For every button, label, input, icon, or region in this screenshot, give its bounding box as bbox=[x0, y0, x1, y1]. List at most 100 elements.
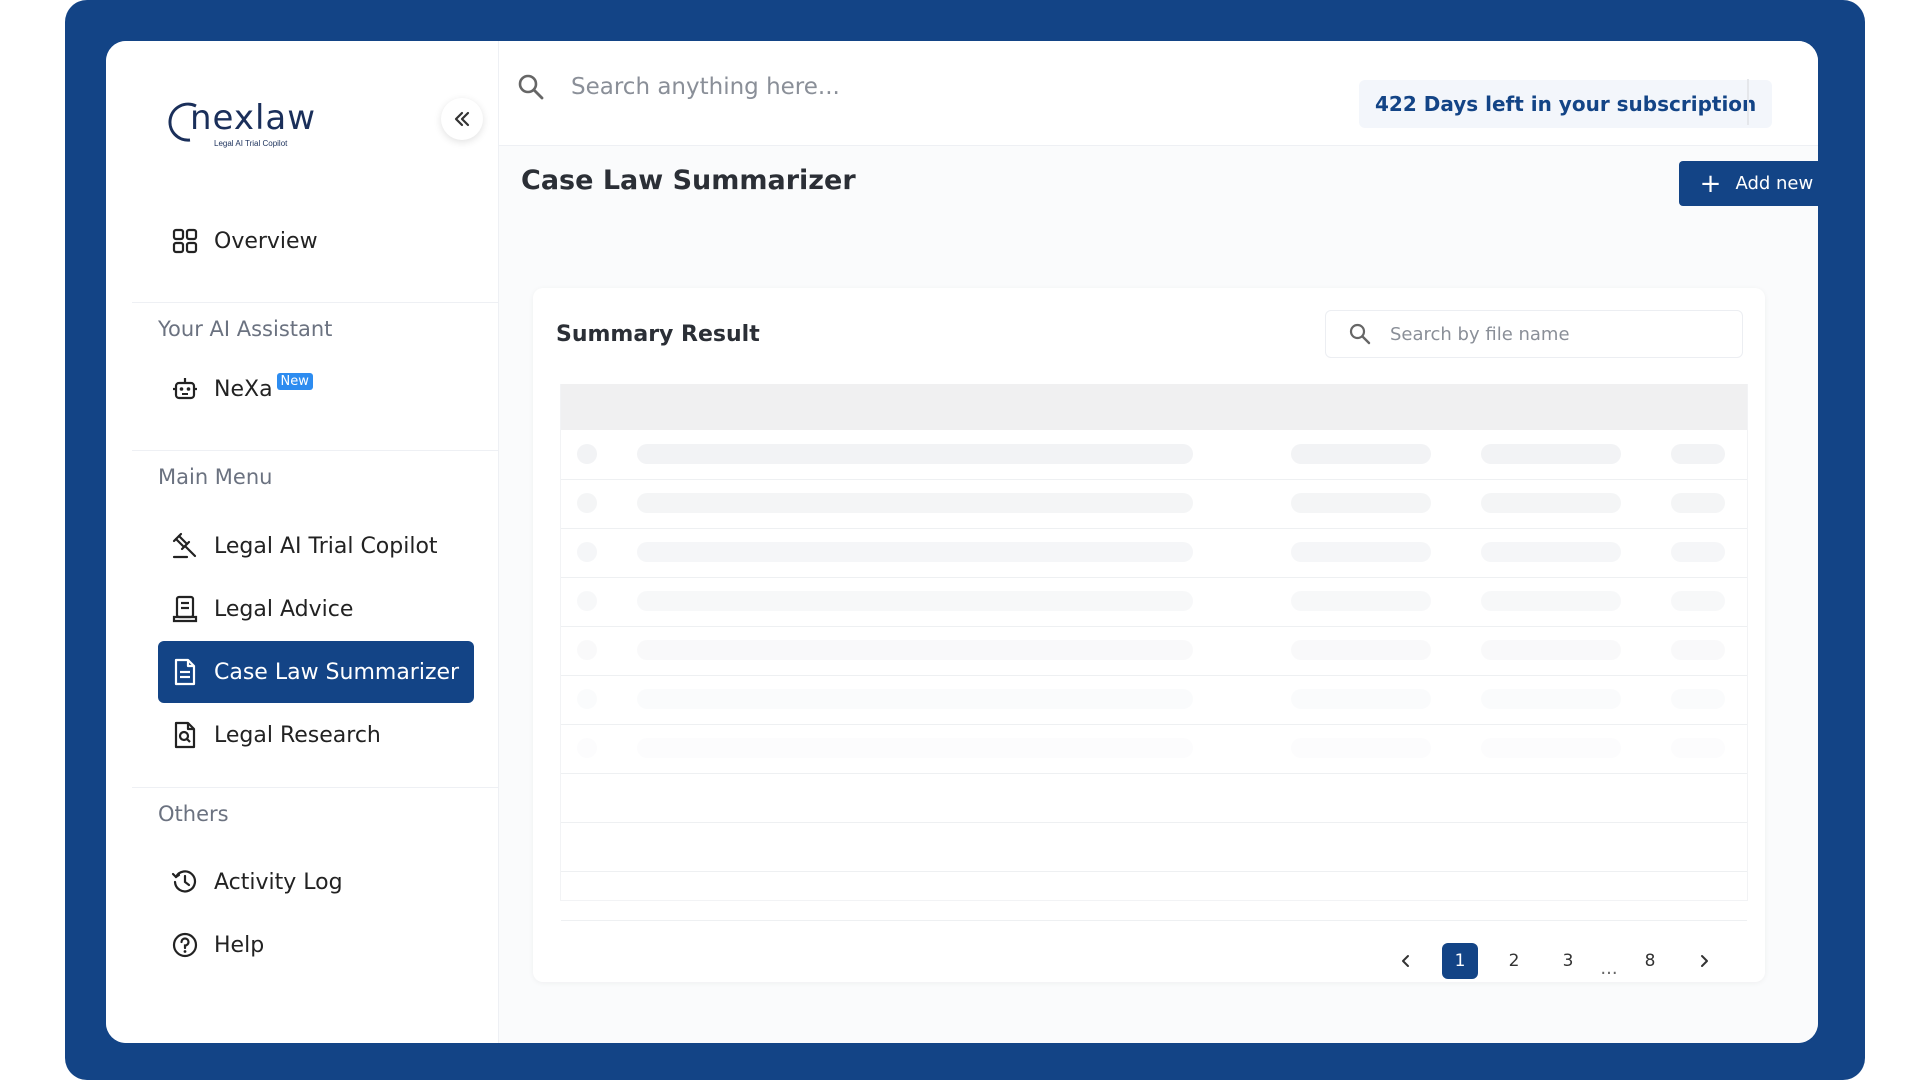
sidebar-item-label: Case Law Summarizer bbox=[214, 659, 460, 685]
loading-skeleton bbox=[1671, 689, 1725, 709]
sidebar-item-label: Activity Log bbox=[214, 869, 343, 895]
sidebar-item-help[interactable]: Help bbox=[158, 914, 474, 976]
loading-skeleton bbox=[577, 689, 597, 709]
sidebar-item-label: NeXa bbox=[214, 376, 273, 402]
scroll-icon bbox=[170, 594, 200, 624]
loading-skeleton bbox=[1481, 738, 1621, 758]
file-search-input[interactable]: Search by file name bbox=[1390, 324, 1570, 345]
table-row bbox=[561, 822, 1747, 872]
loading-skeleton bbox=[637, 640, 1193, 660]
pagination-ellipsis: ... bbox=[1600, 958, 1618, 979]
page-button-2[interactable]: 2 bbox=[1496, 943, 1532, 979]
section-label-main-menu: Main Menu bbox=[158, 465, 273, 489]
sidebar-item-legal-advice[interactable]: Legal Advice bbox=[158, 578, 474, 640]
table-header bbox=[561, 384, 1747, 430]
loading-skeleton bbox=[637, 591, 1193, 611]
page-button-8[interactable]: 8 bbox=[1632, 943, 1668, 979]
prev-page-button[interactable] bbox=[1388, 943, 1424, 979]
global-search[interactable]: Search anything here... bbox=[517, 73, 840, 101]
loading-skeleton bbox=[577, 444, 597, 464]
loading-skeleton bbox=[1291, 542, 1431, 562]
search-input[interactable]: Search anything here... bbox=[571, 74, 840, 100]
sidebar-item-overview[interactable]: Overview bbox=[158, 210, 474, 272]
loading-skeleton bbox=[637, 689, 1193, 709]
page-button-1[interactable]: 1 bbox=[1442, 943, 1478, 979]
app-window: nexlaw Legal AI Trial Copilot Overview Y… bbox=[106, 41, 1818, 1043]
chevron-left-icon bbox=[1402, 955, 1409, 967]
next-page-button[interactable] bbox=[1686, 943, 1722, 979]
card-title: Summary Result bbox=[556, 322, 760, 347]
sidebar-item-label: Help bbox=[214, 932, 265, 958]
table-row bbox=[561, 577, 1747, 627]
loading-skeleton bbox=[1481, 640, 1621, 660]
table-row bbox=[561, 479, 1747, 529]
logo-tagline: Legal AI Trial Copilot bbox=[214, 139, 288, 148]
summary-table bbox=[560, 384, 1748, 921]
logo: nexlaw Legal AI Trial Copilot bbox=[168, 96, 318, 156]
sidebar-item-activity-log[interactable]: Activity Log bbox=[158, 851, 474, 913]
collapse-sidebar-button[interactable] bbox=[441, 98, 483, 140]
history-icon bbox=[170, 867, 200, 897]
double-chevron-left-icon bbox=[454, 111, 470, 127]
loading-skeleton bbox=[1671, 493, 1725, 513]
loading-skeleton bbox=[577, 591, 597, 611]
table-row bbox=[561, 724, 1747, 774]
loading-skeleton bbox=[1481, 542, 1621, 562]
plus-icon: + bbox=[1699, 168, 1722, 199]
summary-result-card: Summary Result Search by file name 1 2 3… bbox=[533, 288, 1765, 982]
table-row bbox=[561, 528, 1747, 578]
table-row bbox=[561, 871, 1747, 921]
add-new-case-label: Add new case bbox=[1735, 173, 1818, 194]
sidebar: nexlaw Legal AI Trial Copilot Overview Y… bbox=[106, 41, 499, 1043]
loading-skeleton bbox=[1481, 444, 1621, 464]
loading-skeleton bbox=[1291, 591, 1431, 611]
sidebar-divider bbox=[132, 302, 498, 303]
file-search-icon bbox=[170, 720, 200, 750]
search-icon bbox=[1349, 323, 1371, 345]
sidebar-item-legal-research[interactable]: Legal Research bbox=[158, 704, 474, 766]
new-badge: New bbox=[276, 372, 313, 390]
document-icon bbox=[170, 657, 200, 687]
sidebar-item-legal-ai-trial-copilot[interactable]: Legal AI Trial Copilot bbox=[158, 515, 474, 577]
sidebar-item-label: Legal Research bbox=[214, 722, 381, 748]
loading-skeleton bbox=[577, 542, 597, 562]
loading-skeleton bbox=[577, 640, 597, 660]
loading-skeleton bbox=[637, 493, 1193, 513]
page-button-3[interactable]: 3 bbox=[1550, 943, 1586, 979]
logo-wordmark: nexlaw bbox=[190, 98, 317, 138]
loading-skeleton bbox=[1671, 738, 1725, 758]
sidebar-item-case-law-summarizer[interactable]: Case Law Summarizer bbox=[158, 641, 474, 703]
sidebar-divider bbox=[132, 787, 498, 788]
loading-skeleton bbox=[1291, 689, 1431, 709]
loading-skeleton bbox=[577, 738, 597, 758]
loading-skeleton bbox=[1291, 493, 1431, 513]
chevron-right-icon bbox=[1701, 955, 1708, 967]
add-new-case-button[interactable]: + Add new case bbox=[1679, 161, 1818, 206]
search-icon bbox=[518, 74, 544, 100]
loading-skeleton bbox=[1671, 444, 1725, 464]
table-row bbox=[561, 430, 1747, 480]
robot-icon bbox=[170, 374, 200, 404]
grid-icon bbox=[170, 226, 200, 256]
section-label-others: Others bbox=[158, 802, 229, 826]
table-row bbox=[561, 675, 1747, 725]
main-content: Search anything here... 422 Days left in… bbox=[499, 41, 1818, 1043]
sidebar-divider bbox=[132, 450, 498, 451]
loading-skeleton bbox=[637, 542, 1193, 562]
loading-skeleton bbox=[1291, 640, 1431, 660]
loading-skeleton bbox=[637, 738, 1193, 758]
pagination: 1 2 3 ... 8 bbox=[1379, 943, 1731, 979]
loading-skeleton bbox=[1481, 493, 1621, 513]
table-row bbox=[561, 773, 1747, 823]
loading-skeleton bbox=[1481, 591, 1621, 611]
file-search[interactable]: Search by file name bbox=[1325, 310, 1743, 358]
help-icon bbox=[170, 930, 200, 960]
loading-skeleton bbox=[1481, 689, 1621, 709]
sidebar-item-nexa[interactable]: NeXa New bbox=[158, 358, 474, 420]
loading-skeleton bbox=[1671, 542, 1725, 562]
subscription-status: 422 Days left in your subscription bbox=[1359, 80, 1773, 128]
sidebar-item-label: Overview bbox=[214, 228, 318, 254]
section-label-assistant: Your AI Assistant bbox=[158, 317, 333, 341]
loading-skeleton bbox=[1291, 738, 1431, 758]
header-divider bbox=[1747, 79, 1749, 125]
